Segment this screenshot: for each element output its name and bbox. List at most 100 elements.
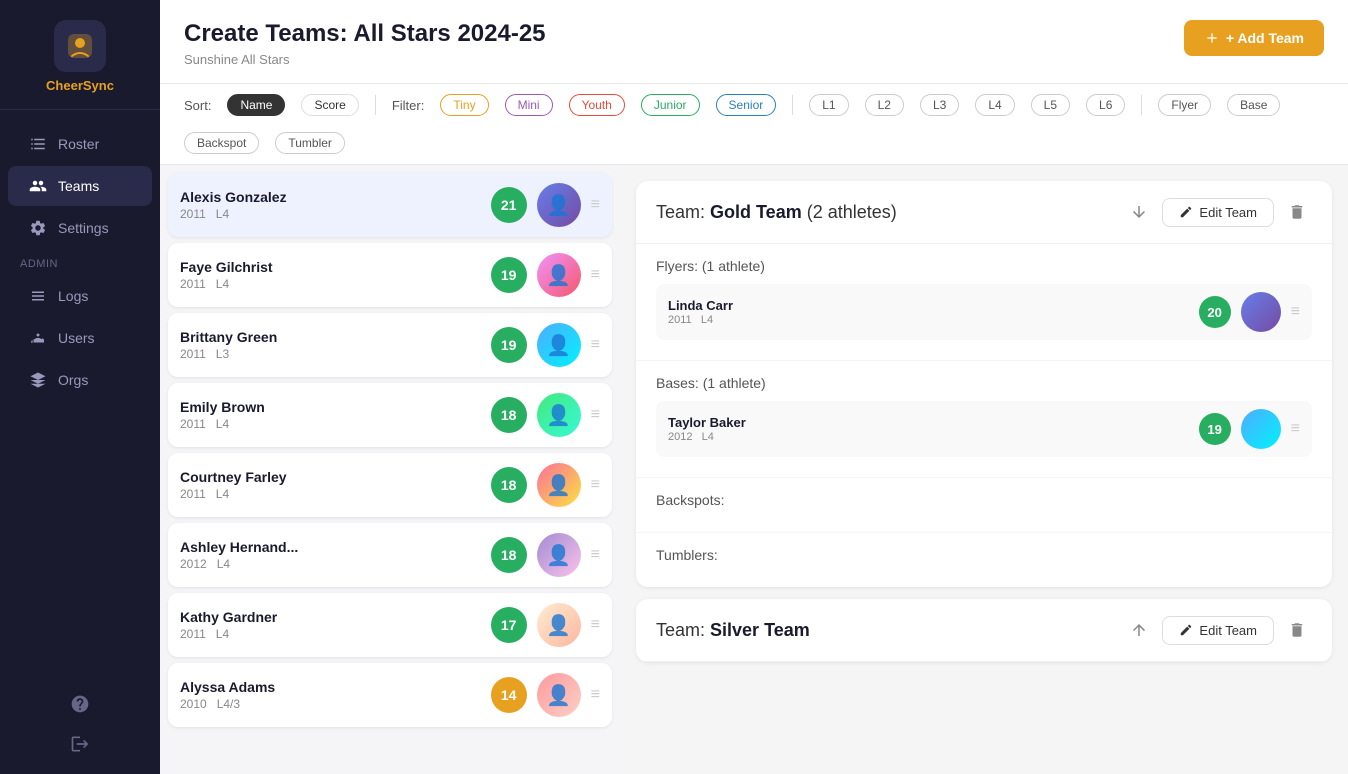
athlete-meta: 2010 L4/3 — [180, 697, 481, 711]
add-team-button[interactable]: + Add Team — [1184, 20, 1324, 56]
avatar: 👤 — [537, 253, 581, 297]
position-title: Tumblers: — [656, 547, 1312, 563]
sidebar-item-teams[interactable]: Teams — [8, 166, 152, 206]
logout-button[interactable] — [8, 726, 152, 762]
filter-l3[interactable]: L3 — [920, 94, 959, 116]
delete-team-button[interactable] — [1282, 615, 1312, 645]
team-arrow-btn[interactable] — [1124, 615, 1154, 645]
team-arrow-btn[interactable] — [1124, 197, 1154, 227]
score-badge: 20 — [1199, 296, 1231, 328]
sidebar-item-orgs[interactable]: Orgs — [8, 360, 152, 400]
page-subtitle: Sunshine All Stars — [184, 52, 546, 67]
sidebar-item-roster[interactable]: Roster — [8, 124, 152, 164]
filter-tiny[interactable]: Tiny — [440, 94, 488, 116]
athlete-meta: 2011 L4 — [180, 627, 481, 641]
athlete-name: Courtney Farley — [180, 469, 481, 485]
filter-tumbler[interactable]: Tumbler — [275, 132, 345, 154]
avatar: 👤 — [537, 603, 581, 647]
score-badge: 14 — [491, 677, 527, 713]
drag-handle[interactable]: ≡ — [591, 546, 600, 564]
athlete-name: Kathy Gardner — [180, 609, 481, 625]
header-left: Create Teams: All Stars 2024-25 Sunshine… — [184, 20, 546, 67]
filter-mini[interactable]: Mini — [505, 94, 553, 116]
athlete-name: Alexis Gonzalez — [180, 189, 481, 205]
position-athlete-meta: 2012 L4 — [668, 431, 1189, 443]
help-button[interactable] — [8, 686, 152, 722]
athlete-meta: 2011 L4 — [180, 277, 481, 291]
position-athlete-info: Linda Carr 2011 L4 — [668, 298, 1189, 326]
drag-handle[interactable]: ≡ — [1291, 303, 1300, 321]
athlete-meta: 2011 L4 — [180, 487, 481, 501]
position-section: Flyers: (1 athlete) Linda Carr 2011 L4 2… — [636, 244, 1332, 361]
filter-backspot[interactable]: Backspot — [184, 132, 259, 154]
avatar: 👤 — [537, 183, 581, 227]
filter-youth[interactable]: Youth — [569, 94, 625, 116]
athlete-meta: 2011 L4 — [180, 207, 481, 221]
drag-handle[interactable]: ≡ — [591, 616, 600, 634]
logo-text: CheerSync — [46, 78, 114, 93]
position-title: Backspots: — [656, 492, 1312, 508]
drag-handle[interactable]: ≡ — [591, 406, 600, 424]
filter-l6[interactable]: L6 — [1086, 94, 1125, 116]
filter-l1[interactable]: L1 — [809, 94, 848, 116]
athlete-card[interactable]: Ashley Hernand... 2012 L4 18 👤 ≡ — [168, 523, 612, 587]
filter-flyer[interactable]: Flyer — [1158, 94, 1211, 116]
drag-handle[interactable]: ≡ — [1291, 420, 1300, 438]
score-badge: 18 — [491, 397, 527, 433]
team-card: Team: Silver Team Edit Team — [636, 599, 1332, 662]
sidebar-item-settings[interactable]: Settings — [8, 208, 152, 248]
admin-label: Admin — [0, 250, 160, 274]
filter-junior[interactable]: Junior — [641, 94, 700, 116]
users-icon — [28, 328, 48, 348]
score-badge: 17 — [491, 607, 527, 643]
sidebar-item-logs[interactable]: Logs — [8, 276, 152, 316]
drag-handle[interactable]: ≡ — [591, 476, 600, 494]
settings-icon — [28, 218, 48, 238]
score-badge: 21 — [491, 187, 527, 223]
athletes-panel: Alexis Gonzalez 2011 L4 21 👤 ≡ Faye Gilc… — [160, 165, 620, 774]
drag-handle[interactable]: ≡ — [591, 196, 600, 214]
position-section: Tumblers: — [636, 533, 1332, 587]
logo-icon — [54, 20, 106, 72]
delete-team-button[interactable] — [1282, 197, 1312, 227]
sort-score-btn[interactable]: Score — [301, 94, 358, 116]
edit-team-button[interactable]: Edit Team — [1162, 616, 1274, 645]
sidebar-item-users[interactable]: Users — [8, 318, 152, 358]
drag-handle[interactable]: ≡ — [591, 266, 600, 284]
athlete-card[interactable]: Courtney Farley 2011 L4 18 👤 ≡ — [168, 453, 612, 517]
athlete-info: Emily Brown 2011 L4 — [180, 399, 481, 431]
athlete-name: Faye Gilchrist — [180, 259, 481, 275]
athlete-info: Faye Gilchrist 2011 L4 — [180, 259, 481, 291]
athlete-card[interactable]: Alexis Gonzalez 2011 L4 21 👤 ≡ — [168, 173, 612, 237]
team-card: Team: Gold Team (2 athletes) Edit Team F… — [636, 181, 1332, 587]
athlete-meta: 2011 L3 — [180, 347, 481, 361]
athlete-card[interactable]: Faye Gilchrist 2011 L4 19 👤 ≡ — [168, 243, 612, 307]
athlete-card[interactable]: Alyssa Adams 2010 L4/3 14 👤 ≡ — [168, 663, 612, 727]
athlete-info: Courtney Farley 2011 L4 — [180, 469, 481, 501]
edit-team-button[interactable]: Edit Team — [1162, 198, 1274, 227]
sort-name-btn[interactable]: Name — [227, 94, 285, 116]
sidebar-item-label: Users — [58, 330, 95, 346]
avatar: 👤 — [537, 463, 581, 507]
athlete-card[interactable]: Brittany Green 2011 L3 19 👤 ≡ — [168, 313, 612, 377]
sidebar-item-label: Teams — [58, 178, 99, 194]
teams-panel: Team: Gold Team (2 athletes) Edit Team F… — [620, 165, 1348, 774]
athlete-card[interactable]: Kathy Gardner 2011 L4 17 👤 ≡ — [168, 593, 612, 657]
athlete-meta: 2012 L4 — [180, 557, 481, 571]
logs-icon — [28, 286, 48, 306]
filter-senior[interactable]: Senior — [716, 94, 777, 116]
drag-handle[interactable]: ≡ — [591, 686, 600, 704]
avatar — [1241, 292, 1281, 332]
teams-icon — [28, 176, 48, 196]
sidebar-nav: Roster Teams Settings Admin Logs Users — [0, 110, 160, 674]
filter-l5[interactable]: L5 — [1031, 94, 1070, 116]
filter-l4[interactable]: L4 — [975, 94, 1014, 116]
filter-base[interactable]: Base — [1227, 94, 1280, 116]
team-title: Team: Silver Team — [656, 620, 1124, 641]
filter-l2[interactable]: L2 — [865, 94, 904, 116]
avatar: 👤 — [537, 673, 581, 717]
filter-bar: Sort: Name Score Filter: Tiny Mini Youth… — [160, 84, 1348, 165]
drag-handle[interactable]: ≡ — [591, 336, 600, 354]
athlete-info: Ashley Hernand... 2012 L4 — [180, 539, 481, 571]
athlete-card[interactable]: Emily Brown 2011 L4 18 👤 ≡ — [168, 383, 612, 447]
